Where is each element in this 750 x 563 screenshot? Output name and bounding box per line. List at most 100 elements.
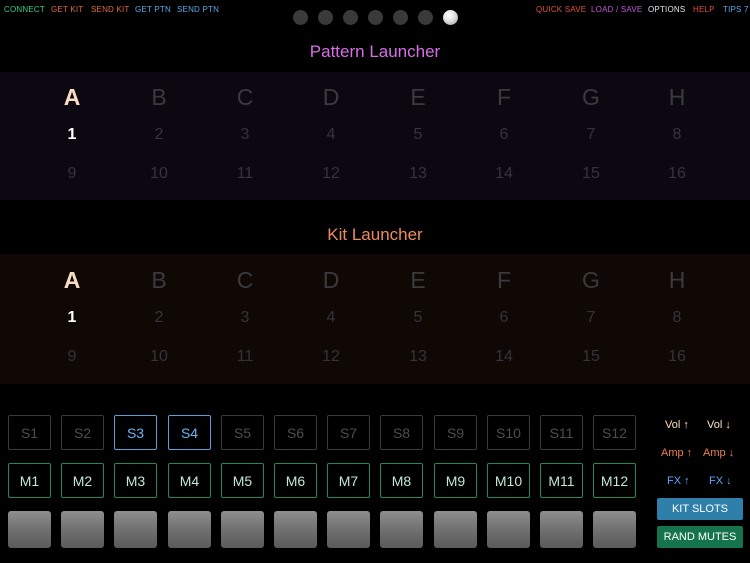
- trigger-pad-3[interactable]: [114, 511, 157, 548]
- kit-bank-c[interactable]: C: [215, 267, 275, 294]
- kit-slot-7[interactable]: 7: [561, 309, 621, 327]
- pattern-slot-5[interactable]: 5: [388, 126, 448, 144]
- sound-pad-s1[interactable]: S1: [8, 415, 51, 450]
- page-dot-6[interactable]: [418, 10, 433, 25]
- trigger-pad-8[interactable]: [380, 511, 423, 548]
- page-dot-3[interactable]: [343, 10, 358, 25]
- sound-pad-s10[interactable]: S10: [487, 415, 530, 450]
- kit-bank-d[interactable]: D: [301, 267, 361, 294]
- mute-pad-m5[interactable]: M5: [221, 463, 264, 498]
- sound-pad-s9[interactable]: S9: [434, 415, 477, 450]
- sound-pad-s11[interactable]: S11: [540, 415, 583, 450]
- sound-pad-s4[interactable]: S4: [168, 415, 211, 450]
- pattern-slot-15[interactable]: 15: [561, 165, 621, 183]
- load-save-button[interactable]: LOAD / SAVE: [591, 5, 642, 14]
- pattern-slot-7[interactable]: 7: [561, 126, 621, 144]
- pattern-bank-f[interactable]: F: [474, 84, 534, 111]
- sound-pad-s12[interactable]: S12: [593, 415, 636, 450]
- trigger-pad-2[interactable]: [61, 511, 104, 548]
- pattern-slot-6[interactable]: 6: [474, 126, 534, 144]
- sound-pad-s8[interactable]: S8: [380, 415, 423, 450]
- kit-slot-13[interactable]: 13: [388, 348, 448, 366]
- kit-slot-9[interactable]: 9: [42, 348, 102, 366]
- pattern-slot-10[interactable]: 10: [129, 165, 189, 183]
- kit-slot-11[interactable]: 11: [215, 348, 275, 366]
- get-ptn-button[interactable]: GET PTN: [135, 5, 171, 14]
- sound-pad-s5[interactable]: S5: [221, 415, 264, 450]
- pattern-bank-d[interactable]: D: [301, 84, 361, 111]
- trigger-pad-11[interactable]: [540, 511, 583, 548]
- page-dot-7[interactable]: [443, 10, 458, 25]
- vol-up-button[interactable]: Vol ↑: [665, 419, 689, 431]
- mute-pad-m2[interactable]: M2: [61, 463, 104, 498]
- send-ptn-button[interactable]: SEND PTN: [177, 5, 219, 14]
- pattern-bank-c[interactable]: C: [215, 84, 275, 111]
- mute-pad-m11[interactable]: M11: [540, 463, 583, 498]
- kit-slot-2[interactable]: 2: [129, 309, 189, 327]
- pattern-bank-b[interactable]: B: [129, 84, 189, 111]
- kit-slot-10[interactable]: 10: [129, 348, 189, 366]
- pattern-slot-16[interactable]: 16: [647, 165, 707, 183]
- page-dot-4[interactable]: [368, 10, 383, 25]
- page-dot-2[interactable]: [318, 10, 333, 25]
- get-kit-button[interactable]: GET KIT: [51, 5, 83, 14]
- options-button[interactable]: OPTIONS: [648, 5, 685, 14]
- kit-bank-b[interactable]: B: [129, 267, 189, 294]
- sound-pad-s2[interactable]: S2: [61, 415, 104, 450]
- page-dot-1[interactable]: [293, 10, 308, 25]
- pattern-bank-h[interactable]: H: [647, 84, 707, 111]
- vol-down-button[interactable]: Vol ↓: [707, 419, 731, 431]
- pattern-slot-1[interactable]: 1: [42, 126, 102, 144]
- pattern-slot-12[interactable]: 12: [301, 165, 361, 183]
- kit-slot-3[interactable]: 3: [215, 309, 275, 327]
- connect-button[interactable]: CONNECT: [4, 5, 45, 14]
- trigger-pad-5[interactable]: [221, 511, 264, 548]
- help-button[interactable]: HELP: [693, 5, 715, 14]
- trigger-pad-12[interactable]: [593, 511, 636, 548]
- kit-bank-a[interactable]: A: [42, 267, 102, 294]
- kit-slot-15[interactable]: 15: [561, 348, 621, 366]
- page-dot-5[interactable]: [393, 10, 408, 25]
- pattern-slot-11[interactable]: 11: [215, 165, 275, 183]
- trigger-pad-4[interactable]: [168, 511, 211, 548]
- pattern-bank-a[interactable]: A: [42, 84, 102, 111]
- mute-pad-m8[interactable]: M8: [380, 463, 423, 498]
- mute-pad-m1[interactable]: M1: [8, 463, 51, 498]
- rand-mutes-button[interactable]: RAND MUTES: [657, 526, 743, 548]
- trigger-pad-1[interactable]: [8, 511, 51, 548]
- kit-slot-16[interactable]: 16: [647, 348, 707, 366]
- amp-down-button[interactable]: Amp ↓: [703, 447, 734, 459]
- kit-slot-14[interactable]: 14: [474, 348, 534, 366]
- kit-bank-f[interactable]: F: [474, 267, 534, 294]
- trigger-pad-10[interactable]: [487, 511, 530, 548]
- sound-pad-s7[interactable]: S7: [327, 415, 370, 450]
- kit-bank-g[interactable]: G: [561, 267, 621, 294]
- quick-save-button[interactable]: QUICK SAVE: [536, 5, 586, 14]
- kit-slot-1[interactable]: 1: [42, 309, 102, 327]
- sound-pad-s6[interactable]: S6: [274, 415, 317, 450]
- send-kit-button[interactable]: SEND KIT: [91, 5, 130, 14]
- pattern-slot-13[interactable]: 13: [388, 165, 448, 183]
- mute-pad-m4[interactable]: M4: [168, 463, 211, 498]
- kit-bank-h[interactable]: H: [647, 267, 707, 294]
- kit-slot-4[interactable]: 4: [301, 309, 361, 327]
- mute-pad-m10[interactable]: M10: [487, 463, 530, 498]
- fx-up-button[interactable]: FX ↑: [667, 475, 690, 487]
- kit-bank-e[interactable]: E: [388, 267, 448, 294]
- kit-slot-8[interactable]: 8: [647, 309, 707, 327]
- kit-slots-button[interactable]: KIT SLOTS: [657, 498, 743, 520]
- pattern-slot-8[interactable]: 8: [647, 126, 707, 144]
- pattern-bank-e[interactable]: E: [388, 84, 448, 111]
- pattern-slot-4[interactable]: 4: [301, 126, 361, 144]
- mute-pad-m12[interactable]: M12: [593, 463, 636, 498]
- amp-up-button[interactable]: Amp ↑: [661, 447, 692, 459]
- kit-slot-12[interactable]: 12: [301, 348, 361, 366]
- mute-pad-m6[interactable]: M6: [274, 463, 317, 498]
- pattern-slot-9[interactable]: 9: [42, 165, 102, 183]
- pattern-slot-3[interactable]: 3: [215, 126, 275, 144]
- trigger-pad-9[interactable]: [434, 511, 477, 548]
- mute-pad-m9[interactable]: M9: [434, 463, 477, 498]
- pattern-slot-14[interactable]: 14: [474, 165, 534, 183]
- fx-down-button[interactable]: FX ↓: [709, 475, 732, 487]
- tips-button[interactable]: TIPS 7: [723, 5, 749, 14]
